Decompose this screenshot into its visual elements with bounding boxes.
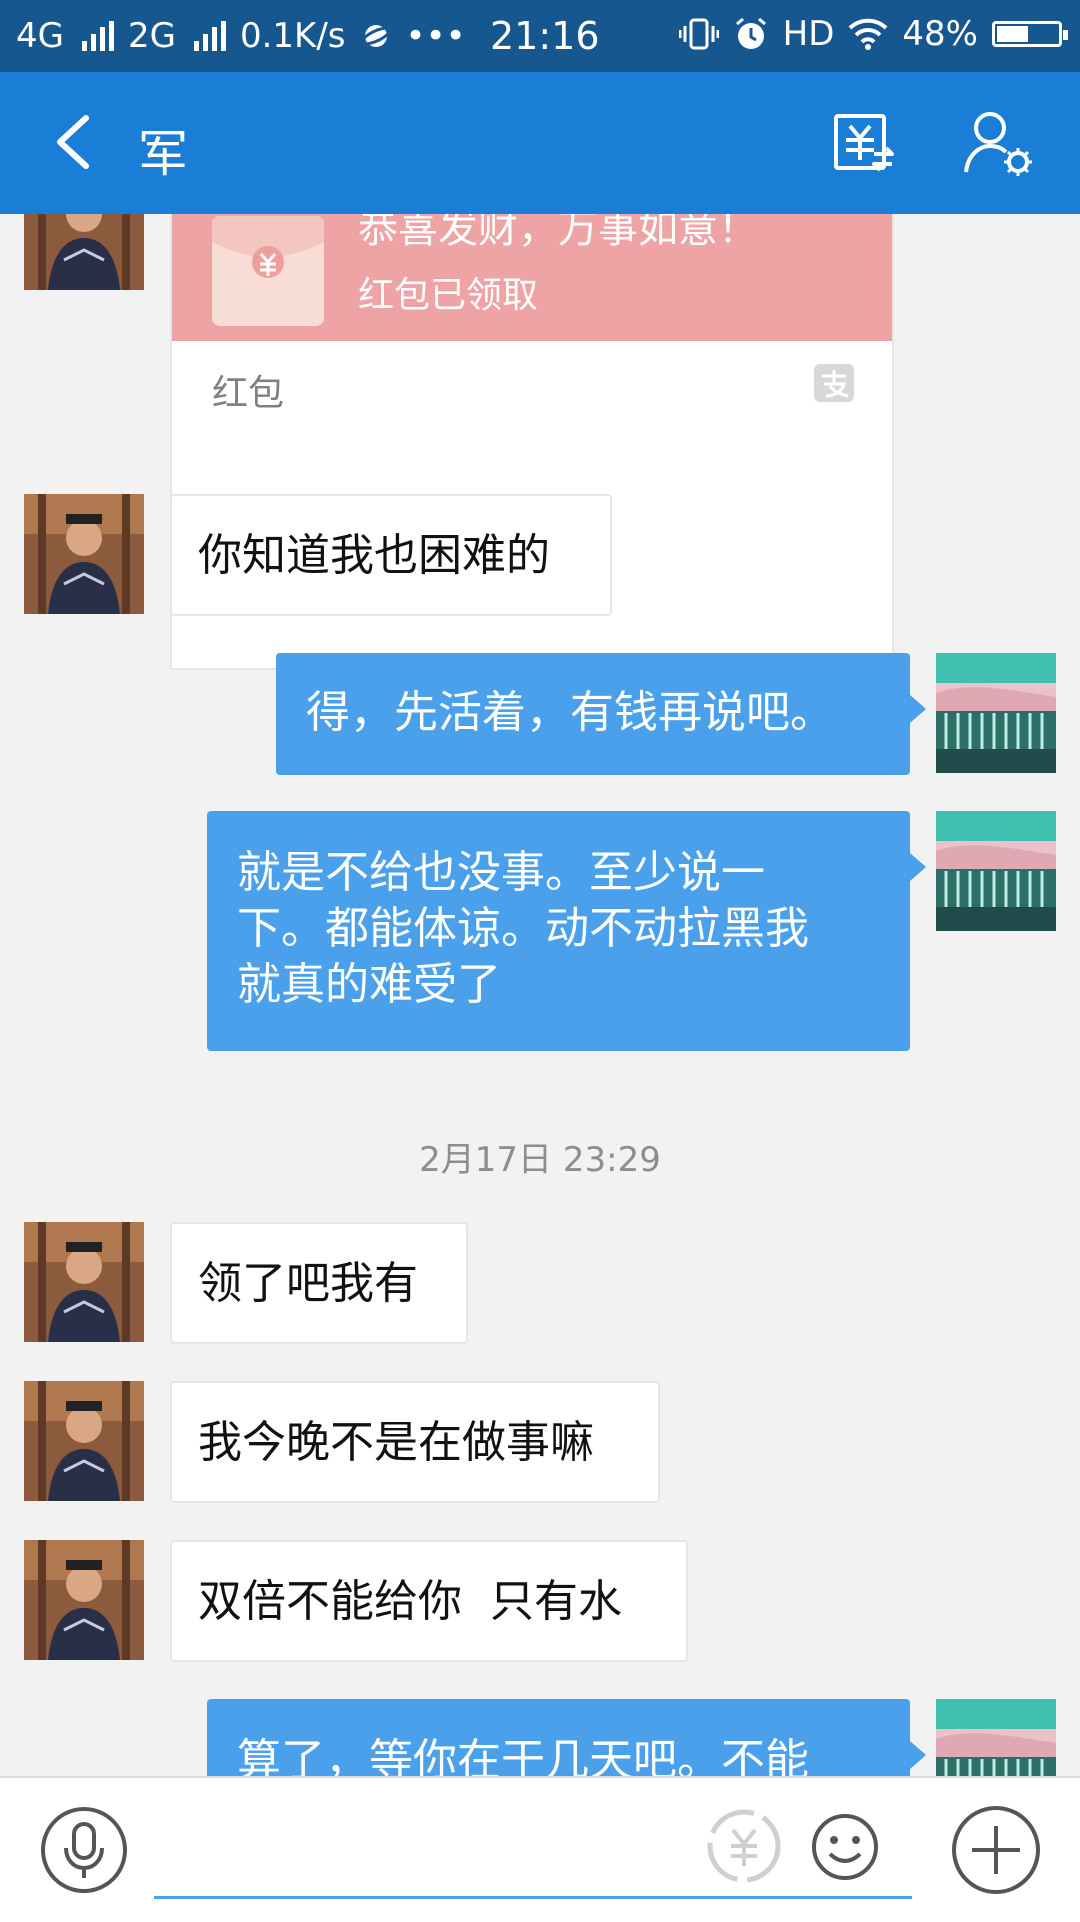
battery-percent: 48% xyxy=(902,14,978,54)
my-avatar[interactable] xyxy=(936,811,1056,931)
smiley-icon[interactable] xyxy=(810,1812,880,1882)
alipay-icon xyxy=(814,364,854,402)
network-type-1: 4G xyxy=(16,16,64,56)
vibrate-icon xyxy=(678,18,719,50)
my-avatar[interactable] xyxy=(936,1699,1056,1776)
red-packet-greeting: 恭喜发财，万事如意！ xyxy=(358,214,758,252)
status-right: HD 48% xyxy=(678,14,1068,54)
message-bubble-incoming[interactable]: 领了吧我有 xyxy=(170,1222,468,1344)
contact-avatar[interactable] xyxy=(24,1222,144,1342)
signal-icon xyxy=(193,21,226,51)
message-timestamp: 2月17日 23:29 xyxy=(419,1140,661,1180)
yuan-icon[interactable] xyxy=(706,1808,782,1884)
status-left: 4G 2G 0.1K/s ••• xyxy=(16,16,466,56)
clock: 21:16 xyxy=(490,14,600,58)
contact-avatar[interactable] xyxy=(24,1381,144,1501)
status-bar: 4G 2G 0.1K/s ••• 21:16 HD 48% xyxy=(0,0,1080,72)
user-settings-icon[interactable] xyxy=(962,110,1032,176)
contact-avatar[interactable] xyxy=(24,214,144,290)
battery-level xyxy=(997,26,1028,42)
message-bubble-outgoing[interactable]: 算了，等你在干几天吧。不能 xyxy=(207,1699,926,1776)
chevron-left-icon[interactable] xyxy=(46,112,106,172)
more-notifications: ••• xyxy=(405,16,466,56)
plus-circle-icon[interactable] xyxy=(950,1804,1042,1896)
chat-header: 军 xyxy=(0,72,1080,214)
message-bubble-incoming[interactable]: 双倍不能给你 只有水 xyxy=(170,1540,688,1662)
contact-avatar[interactable] xyxy=(24,1540,144,1660)
chat-title: 军 xyxy=(138,125,188,183)
microphone-icon[interactable] xyxy=(40,1806,128,1894)
red-envelope-yuan-icon xyxy=(212,216,324,326)
planet-icon xyxy=(360,25,391,47)
transfer-yuan-icon[interactable] xyxy=(832,110,896,174)
message-bubble-incoming[interactable]: 你知道我也困难的 xyxy=(170,494,612,616)
wifi-icon xyxy=(849,18,888,50)
network-speed: 0.1K/s xyxy=(239,16,346,56)
message-bubble-outgoing[interactable]: 得，先活着，有钱再说吧。 xyxy=(276,653,926,775)
battery-icon xyxy=(992,21,1068,47)
signal-icon xyxy=(81,21,114,51)
network-type-2: 2G xyxy=(127,16,176,56)
red-packet-top: 恭喜发财，万事如意！ 红包已领取 xyxy=(172,214,892,341)
message-bubble-outgoing[interactable]: 就是不给也没事。至少说一 下。都能体谅。动不动拉黑我 就真的难受了 xyxy=(207,811,926,1051)
my-avatar[interactable] xyxy=(936,653,1056,773)
chat-area[interactable]: 恭喜发财，万事如意！ 红包已领取 红包 你知道我也困难的 得，先活着，有钱再说吧… xyxy=(0,214,1080,1776)
message-bubble-incoming[interactable]: 我今晚不是在做事嘛 xyxy=(170,1381,660,1503)
alarm-icon xyxy=(735,17,766,49)
contact-avatar[interactable] xyxy=(24,494,144,614)
message-input[interactable] xyxy=(154,1804,912,1899)
red-packet-label: 红包 xyxy=(212,373,285,414)
red-packet-status: 红包已领取 xyxy=(358,275,539,316)
hd-indicator: HD xyxy=(782,14,835,54)
input-bar xyxy=(0,1776,1080,1922)
